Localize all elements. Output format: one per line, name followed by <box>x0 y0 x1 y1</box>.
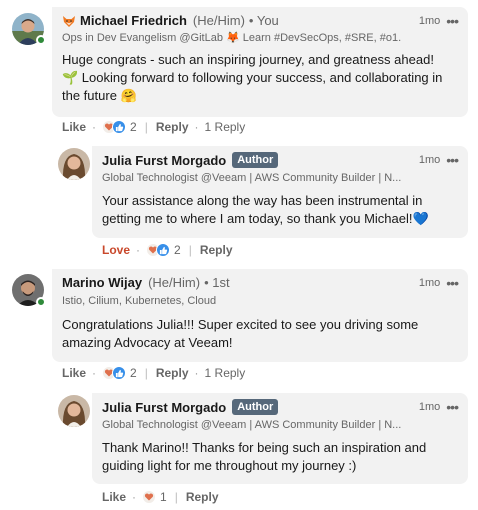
reaction-summary[interactable]: 2 <box>102 366 137 380</box>
author-name[interactable]: Julia Furst Morgado <box>102 153 226 168</box>
comment-header: Julia Furst Morgado Author <box>102 152 279 168</box>
replies-count-link[interactable]: 1 Reply <box>205 120 246 134</box>
comment-text-line: getting me to where I am today, so thank… <box>102 211 429 226</box>
reaction-summary[interactable]: 1 <box>142 490 167 504</box>
reply-button[interactable]: Reply <box>156 366 189 380</box>
love-button[interactable]: Love <box>102 243 130 257</box>
like-button[interactable]: Like <box>62 366 86 380</box>
reaction-count: 1 <box>160 490 167 504</box>
reaction-count: 2 <box>130 120 137 134</box>
comment-actions: Love · 2 | Reply <box>102 243 233 257</box>
more-horizontal-icon[interactable]: ••• <box>446 400 459 414</box>
more-horizontal-icon[interactable]: ••• <box>446 276 459 290</box>
avatar[interactable] <box>58 395 90 427</box>
comment-text-line: 🌱 Looking forward to following your succ… <box>62 70 443 85</box>
reaction-count: 2 <box>174 243 181 257</box>
like-reaction-icon <box>112 366 127 380</box>
comment-timestamp: 1mo <box>418 154 441 166</box>
comment-text: Thank Marino!! Thanks for being such an … <box>102 439 426 475</box>
like-button[interactable]: Like <box>62 120 86 134</box>
comment-meta: 1mo ••• <box>418 14 459 28</box>
like-reaction-icon <box>156 243 171 257</box>
heart-reaction-icon <box>142 490 157 504</box>
comment-text-line: Your assistance along the way has been i… <box>102 193 423 208</box>
comment-bubble: Marino Wijay (He/Him) • 1st Istio, Ciliu… <box>52 269 468 362</box>
comment-text-line: the future 🤗 <box>62 88 137 103</box>
comment-text-line: Congratulations Julia!!! Super excited t… <box>62 317 419 332</box>
connection-degree: • You <box>248 13 279 28</box>
comment-text: Huge congrats - such an inspiring journe… <box>62 51 442 105</box>
online-status-indicator <box>36 297 46 307</box>
comment-meta: 1mo ••• <box>418 153 459 167</box>
comment-text: Your assistance along the way has been i… <box>102 192 429 228</box>
comment-text-line: guiding light for me throughout my journ… <box>102 458 357 473</box>
author-headline: Istio, Cilium, Kubernetes, Cloud <box>62 295 217 307</box>
fox-emoji-icon <box>63 15 75 27</box>
connection-degree: • 1st <box>204 275 230 290</box>
comment-actions: Like · 2 | Reply · 1 Reply <box>62 366 246 380</box>
comment-text-line: Huge congrats - such an inspiring journe… <box>62 52 434 67</box>
like-reaction-icon <box>112 120 127 134</box>
comment-header: Julia Furst Morgado Author <box>102 399 279 415</box>
comment-bubble: Michael Friedrich (He/Him) • You Ops in … <box>52 7 468 117</box>
comment-text-line: Thank Marino!! Thanks for being such an … <box>102 440 427 455</box>
reply-button[interactable]: Reply <box>186 490 219 504</box>
reaction-summary[interactable]: 2 <box>146 243 181 257</box>
comment-text-line: amazing Advocacy at Veeam! <box>62 335 233 350</box>
comment-meta: 1mo ••• <box>418 400 459 414</box>
author-pronouns: (He/Him) <box>192 13 245 28</box>
comment-bubble: Julia Furst Morgado Author Global Techno… <box>92 393 468 484</box>
like-button[interactable]: Like <box>102 490 126 504</box>
author-headline: Global Technologist @Veeam | AWS Communi… <box>102 172 402 184</box>
more-horizontal-icon[interactable]: ••• <box>446 14 459 28</box>
more-horizontal-icon[interactable]: ••• <box>446 153 459 167</box>
online-status-indicator <box>36 35 46 45</box>
author-pronouns: (He/Him) <box>148 275 201 290</box>
comment-timestamp: 1mo <box>418 401 441 413</box>
author-headline: Global Technologist @Veeam | AWS Communi… <box>102 419 402 431</box>
reply-button[interactable]: Reply <box>156 120 189 134</box>
author-badge: Author <box>232 152 279 168</box>
comment-actions: Like · 2 | Reply · 1 Reply <box>62 120 246 134</box>
comment-header: Marino Wijay (He/Him) • 1st <box>62 275 230 290</box>
comment-meta: 1mo ••• <box>418 276 459 290</box>
avatar[interactable] <box>58 148 90 180</box>
comment-bubble: Julia Furst Morgado Author Global Techno… <box>92 146 468 238</box>
author-headline: Ops in Dev Evangelism @GitLab 🦊 Learn #D… <box>62 32 402 44</box>
comment-timestamp: 1mo <box>418 277 441 289</box>
reply-button[interactable]: Reply <box>200 243 233 257</box>
comment-actions: Like · 1 | Reply <box>102 490 219 504</box>
author-name[interactable]: Marino Wijay <box>62 275 142 290</box>
reaction-summary[interactable]: 2 <box>102 120 137 134</box>
reaction-count: 2 <box>130 366 137 380</box>
author-name[interactable]: Julia Furst Morgado <box>102 400 226 415</box>
replies-count-link[interactable]: 1 Reply <box>205 366 246 380</box>
comment-timestamp: 1mo <box>418 15 441 27</box>
comment-text: Congratulations Julia!!! Super excited t… <box>62 316 418 352</box>
comment-header: Michael Friedrich (He/Him) • You <box>62 13 279 28</box>
author-name[interactable]: Michael Friedrich <box>80 13 187 28</box>
author-badge: Author <box>232 399 279 415</box>
